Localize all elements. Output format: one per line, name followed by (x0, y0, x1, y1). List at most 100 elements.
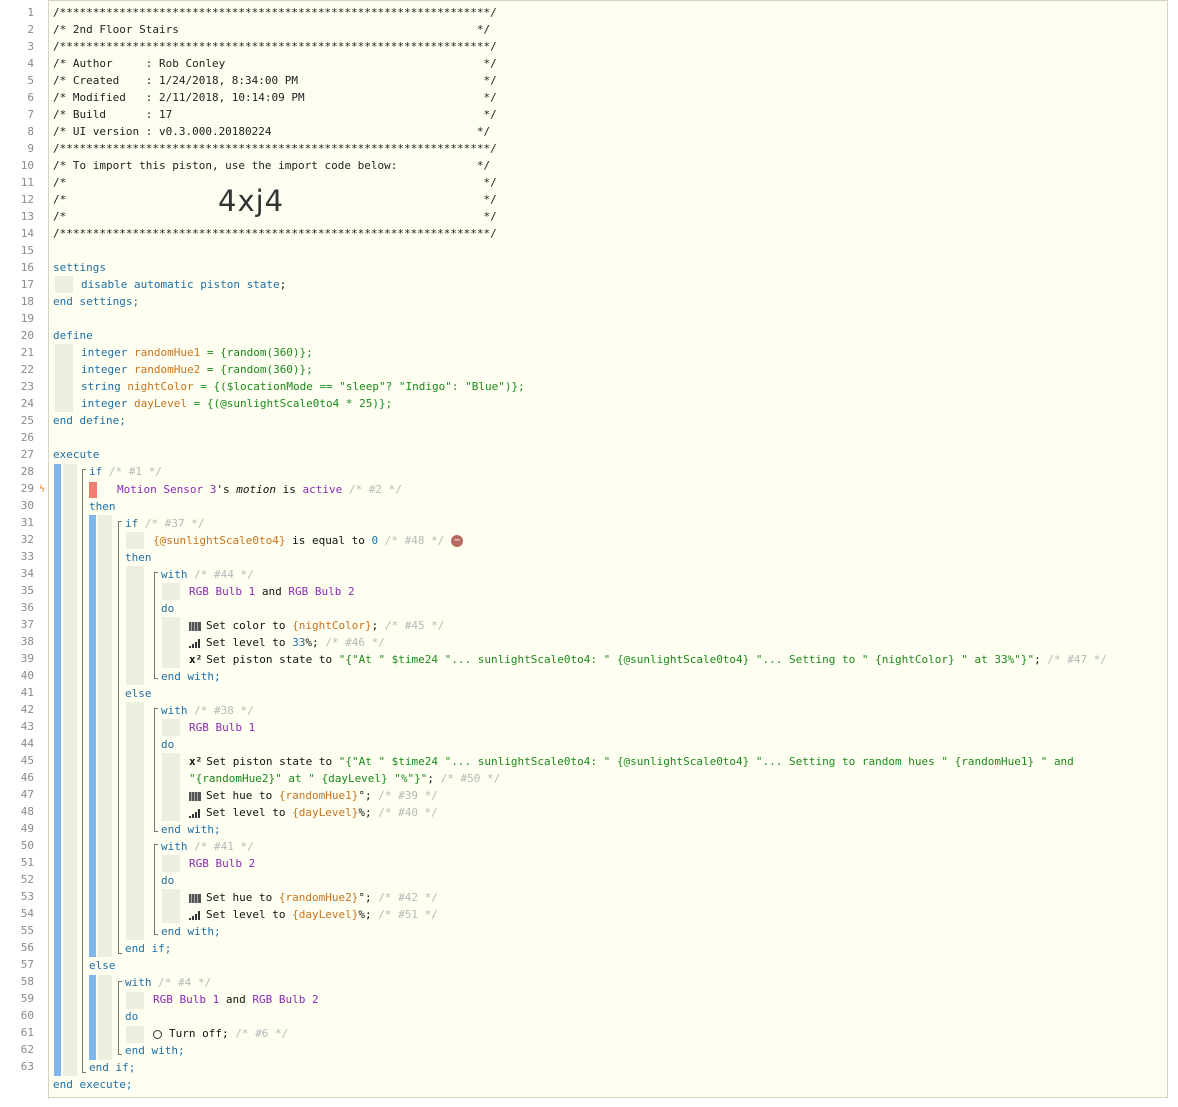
end-with-4: end with; (125, 1044, 185, 1057)
line-number: 33 (20, 550, 34, 563)
if1-statement[interactable]: if /* #1 */ (89, 463, 162, 480)
line-number: 37 (20, 618, 34, 631)
header-stars-3: /***************************************… (53, 142, 497, 155)
level-bars-icon (189, 910, 201, 920)
end-define: end define; (53, 414, 126, 427)
end-if-2: end if; (125, 942, 172, 955)
header-ui-version: /* UI version : v0.3.000.20180224 */ (53, 125, 491, 138)
condition-sunlight-scale[interactable]: {@sunlightScale0to4} is equal to 0 /* #4… (153, 532, 464, 549)
remove-condition-icon[interactable]: − (451, 535, 464, 547)
line-number: 48 (20, 805, 34, 818)
settings-disable-line[interactable]: disable automatic piston state; (81, 276, 286, 293)
with44-devices[interactable]: RGB Bulb 1 and RGB Bulb 2 (189, 583, 355, 600)
line-number: 39 (20, 652, 34, 665)
line-number: 36 (20, 601, 34, 614)
with4-statement[interactable]: with /* #4 */ (125, 974, 211, 991)
task-set-piston-state-47[interactable]: x² Set piston state to "{"At " $time24 ".… (189, 651, 1107, 668)
execute-keyword[interactable]: execute (53, 446, 99, 463)
task-set-color[interactable]: Set color to {nightColor}; /* #45 */ (189, 617, 444, 634)
with41-bracket (154, 844, 155, 935)
condition-false-marker (89, 482, 97, 498)
with38-statement[interactable]: with /* #38 */ (161, 702, 254, 719)
define-dayLevel[interactable]: integer dayLevel = {(@sunlightScale0to4 … (81, 395, 392, 412)
line-number: 4 (27, 57, 34, 70)
end-with-41: end with; (161, 925, 221, 938)
line-number: 29 (20, 482, 34, 495)
line-number: 14 (20, 227, 34, 240)
task-set-hue-2[interactable]: Set hue to {randomHue2}°; /* #42 */ (189, 889, 438, 906)
with4-do-indent (126, 1026, 144, 1043)
with41-statement[interactable]: with /* #41 */ (161, 838, 254, 855)
with44-bracket-bottom (154, 678, 158, 679)
define-randomHue1[interactable]: integer randomHue1 = {random(360)}; (81, 344, 313, 361)
level-bars-icon (189, 638, 201, 648)
line-number: 25 (20, 414, 34, 427)
with38-bracket (154, 708, 155, 832)
line-number: 45 (20, 754, 34, 767)
if2-bracket (118, 521, 119, 954)
task-set-level-day-2[interactable]: Set level to {dayLevel}%; /* #51 */ (189, 906, 438, 923)
line-number: 3 (27, 40, 34, 53)
if2-bracket-bottom (118, 953, 122, 954)
task-set-level-33[interactable]: Set level to 33%; /* #46 */ (189, 634, 385, 651)
with41-device[interactable]: RGB Bulb 2 (189, 855, 255, 872)
line-number: 51 (20, 856, 34, 869)
line-number: 8 (27, 125, 34, 138)
condition-motion-sensor[interactable]: Motion Sensor 3's motion is active /* #2… (117, 481, 402, 498)
task-set-hue-1[interactable]: Set hue to {randomHue1}°; /* #39 */ (189, 787, 438, 804)
define-nightColor[interactable]: string nightColor = {($locationMode == "… (81, 378, 525, 395)
with41-bracket-top (154, 844, 158, 845)
with41-dev-indent (162, 855, 180, 872)
line-number: 43 (20, 720, 34, 733)
line-number: 42 (20, 703, 34, 716)
line-number: 35 (20, 584, 34, 597)
line-number: 9 (27, 142, 34, 155)
task-set-piston-state-50-cont[interactable]: "{randomHue2}" at " {dayLevel} "%"}"; /*… (189, 770, 500, 787)
task-turn-off[interactable]: Turn off; /* #6 */ (153, 1025, 288, 1042)
color-icon (189, 791, 201, 801)
then2-keyword: then (125, 551, 152, 564)
line-number: 16 (20, 261, 34, 274)
color-icon (189, 621, 201, 631)
define-randomHue2[interactable]: integer randomHue2 = {random(360)}; (81, 361, 313, 378)
line-number: 7 (27, 108, 34, 121)
line-number: 52 (20, 873, 34, 886)
with38-device[interactable]: RGB Bulb 1 (189, 719, 255, 736)
with4-do: do (125, 1010, 139, 1023)
if2-statement[interactable]: if /* #37 */ (125, 515, 204, 532)
execute-indent (63, 464, 77, 1076)
trigger-bolt-icon: ϟ (39, 484, 46, 495)
with4-devices[interactable]: RGB Bulb 1 and RGB Bulb 2 (153, 991, 319, 1008)
end-with-44: end with; (161, 670, 221, 683)
with38-do: do (161, 738, 175, 751)
task-set-level-day-1[interactable]: Set level to {dayLevel}%; /* #40 */ (189, 804, 438, 821)
line-number: 58 (20, 975, 34, 988)
line-number: 53 (20, 890, 34, 903)
with44-statement[interactable]: with /* #44 */ (161, 566, 254, 583)
with4-dev-indent (126, 992, 144, 1009)
with4-bracket (118, 981, 119, 1055)
line-number: 23 (20, 380, 34, 393)
with41-bracket-bottom (154, 934, 158, 935)
with41-do: do (161, 874, 175, 887)
line-number: 27 (20, 448, 34, 461)
cond2-indent (126, 532, 144, 549)
if1-bracket-bottom (82, 1072, 86, 1073)
header-stars-4: /***************************************… (53, 227, 497, 240)
settings-keyword[interactable]: settings (53, 259, 106, 276)
task-set-piston-state-50[interactable]: x² Set piston state to "{"At " $time24 ".… (189, 753, 1074, 770)
line-number: 54 (20, 907, 34, 920)
with38-bracket-top (154, 708, 158, 709)
else2-indent (126, 702, 144, 940)
line-number: 18 (20, 295, 34, 308)
define-keyword[interactable]: define (53, 327, 93, 344)
end-execute: end execute; (53, 1078, 133, 1091)
else2-keyword: else (125, 687, 152, 700)
line-number: 56 (20, 941, 34, 954)
line-number: 12 (20, 193, 34, 206)
header-stars-2: /***************************************… (53, 40, 497, 53)
line-number: 28 (20, 465, 34, 478)
header-created: /* Created : 1/24/2018, 8:34:00 PM */ (53, 74, 497, 87)
line-number: 50 (20, 839, 34, 852)
with38-bracket-bottom (154, 831, 158, 832)
